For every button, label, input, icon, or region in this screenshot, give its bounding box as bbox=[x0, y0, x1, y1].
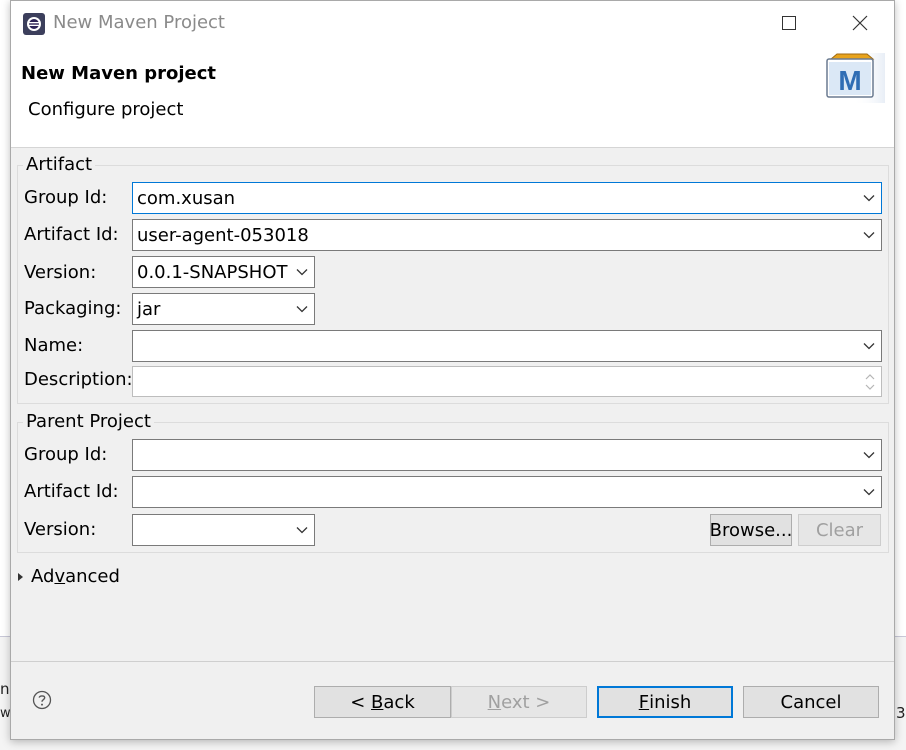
eclipse-icon bbox=[23, 13, 45, 35]
name-label: Name: bbox=[24, 335, 84, 356]
packaging-combo[interactable]: jar bbox=[132, 293, 315, 325]
packaging-label: Packaging: bbox=[24, 298, 122, 319]
maven-logo-letter: M bbox=[838, 65, 861, 96]
parent-artifact-id-combo[interactable] bbox=[132, 476, 882, 508]
chevron-down-icon[interactable] bbox=[863, 449, 875, 461]
expand-triangle-icon bbox=[18, 572, 23, 581]
page-subtitle: Configure project bbox=[28, 99, 184, 120]
next-button[interactable]: Next > bbox=[451, 686, 587, 718]
group-id-label: Group Id: bbox=[24, 187, 108, 208]
cancel-button[interactable]: Cancel bbox=[743, 686, 879, 718]
title-bar[interactable]: New Maven Project bbox=[11, 1, 894, 45]
maximize-icon bbox=[782, 16, 796, 30]
chevron-down-icon[interactable] bbox=[296, 303, 308, 315]
chevron-down-icon[interactable] bbox=[863, 486, 875, 498]
version-combo[interactable]: 0.0.1-SNAPSHOT bbox=[132, 256, 315, 288]
maven-logo-icon: M bbox=[826, 53, 885, 103]
description-label: Description: bbox=[24, 369, 133, 390]
parent-version-combo[interactable] bbox=[132, 514, 315, 546]
group-id-value: com.xusan bbox=[137, 187, 236, 209]
background-text-1: n bbox=[0, 680, 10, 698]
version-label: Version: bbox=[24, 262, 97, 283]
packaging-value: jar bbox=[137, 298, 161, 320]
description-field[interactable] bbox=[132, 366, 882, 397]
chevron-down-icon[interactable] bbox=[863, 229, 875, 241]
artifact-id-value: user-agent-053018 bbox=[137, 224, 309, 246]
chevron-down-icon[interactable] bbox=[296, 266, 308, 278]
maximize-button[interactable] bbox=[766, 1, 812, 45]
page-title: New Maven project bbox=[21, 63, 217, 84]
version-value: 0.0.1-SNAPSHOT bbox=[137, 261, 288, 283]
scroll-arrows-icon[interactable] bbox=[863, 370, 877, 394]
close-icon bbox=[852, 15, 868, 31]
wizard-header: New Maven project Configure project M bbox=[11, 45, 894, 148]
parent-version-label: Version: bbox=[24, 519, 97, 540]
artifact-id-label: Artifact Id: bbox=[24, 224, 119, 245]
chevron-down-icon[interactable] bbox=[296, 524, 308, 536]
chevron-down-icon[interactable] bbox=[863, 192, 875, 204]
chevron-down-icon[interactable] bbox=[863, 340, 875, 352]
parent-project-legend: Parent Project bbox=[23, 411, 154, 432]
artifact-id-combo[interactable]: user-agent-053018 bbox=[132, 219, 882, 251]
new-maven-project-dialog: New Maven Project New Maven project Conf… bbox=[10, 0, 895, 740]
group-id-combo[interactable]: com.xusan bbox=[132, 182, 882, 214]
parent-group-id-combo[interactable] bbox=[132, 439, 882, 471]
finish-button[interactable]: Finish bbox=[597, 686, 733, 718]
parent-group-id-label: Group Id: bbox=[24, 444, 108, 465]
clear-button[interactable]: Clear bbox=[798, 514, 881, 546]
background-text-3: 3: bbox=[896, 704, 906, 722]
parent-artifact-id-label: Artifact Id: bbox=[24, 481, 119, 502]
window-title: New Maven Project bbox=[53, 12, 225, 33]
close-button[interactable] bbox=[837, 1, 883, 45]
back-button[interactable]: < Back bbox=[314, 686, 451, 718]
name-combo[interactable] bbox=[132, 330, 882, 362]
browse-button[interactable]: Browse... bbox=[710, 514, 792, 546]
help-icon[interactable] bbox=[32, 690, 52, 710]
artifact-legend: Artifact bbox=[23, 154, 96, 175]
advanced-label: Advanced bbox=[31, 566, 120, 587]
advanced-expander[interactable]: Advanced bbox=[18, 566, 120, 587]
footer-divider bbox=[11, 661, 894, 662]
